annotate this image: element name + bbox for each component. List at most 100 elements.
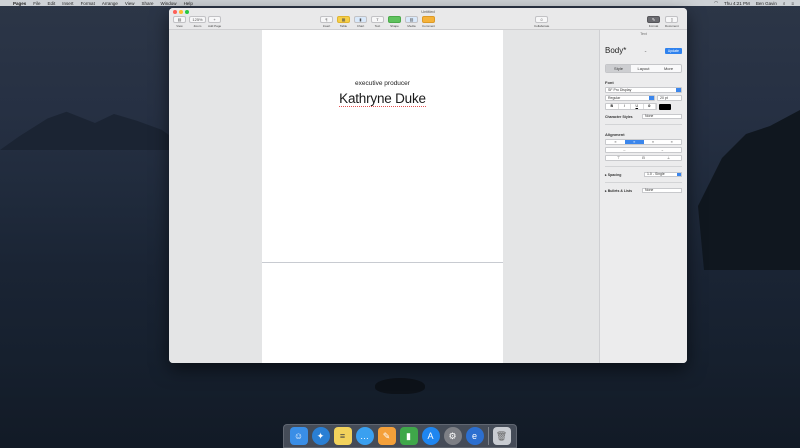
align-bottom-button[interactable]: ⊥ <box>656 156 681 160</box>
font-size-field[interactable]: 20 pt <box>657 95 682 101</box>
trash-icon[interactable]: 🗑 <box>492 427 511 445</box>
menu-app-name[interactable]: Pages <box>13 1 26 6</box>
comment-button[interactable]: Comment <box>422 16 435 28</box>
paragraph-style-row: Body* ⌄ Update <box>605 46 682 55</box>
chart-label: Chart <box>356 24 365 28</box>
select-chevron-icon <box>677 173 681 176</box>
paragraph-style-name[interactable]: Body* <box>605 46 626 55</box>
menu-edit[interactable]: Edit <box>48 1 56 6</box>
page-break <box>262 262 503 263</box>
font-section-label: Font <box>605 80 614 85</box>
font-family-select[interactable]: SF Pro Display <box>605 87 682 93</box>
underline-button[interactable]: U <box>631 104 644 109</box>
menu-arrange[interactable]: Arrange <box>102 1 118 6</box>
name-text[interactable]: Kathryne Duke <box>262 91 503 107</box>
text-style-buttons: B I U ⚙ <box>605 103 657 110</box>
menu-share[interactable]: Share <box>142 1 154 6</box>
font-weight-select[interactable]: Regular <box>605 95 655 101</box>
collaborate-button[interactable]: ☺ Collaborate <box>534 16 549 28</box>
chart-button[interactable]: ▮ Chart <box>354 16 367 28</box>
document-page[interactable]: executive producer Kathryne Duke <box>262 30 503 363</box>
comment-icon <box>422 16 435 23</box>
text-options-button[interactable]: ⚙ <box>644 104 656 109</box>
align-right-button[interactable]: ≡ <box>644 140 663 144</box>
tab-layout[interactable]: Layout <box>631 65 656 72</box>
align-justify-button[interactable]: ≡ <box>662 140 681 144</box>
tab-style[interactable]: Style <box>606 65 631 72</box>
bullets-row[interactable]: ▸ Bullets & Lists None <box>605 188 682 193</box>
spacing-value: 1.0 - Single <box>647 172 665 176</box>
menu-file[interactable]: File <box>33 1 40 6</box>
zoom-button[interactable]: 125% Zoom <box>189 16 206 28</box>
control-center-icon[interactable]: ≡ <box>791 1 794 6</box>
spacing-label: ▸ Spacing <box>605 172 622 177</box>
shape-icon <box>388 16 401 23</box>
select-chevron-icon <box>649 96 654 100</box>
align-middle-button[interactable]: ⊟ <box>631 156 656 160</box>
name-span: Kathryne Duke <box>339 91 426 107</box>
increase-indent-button[interactable]: → <box>644 148 682 152</box>
bullets-select[interactable]: None <box>642 188 682 193</box>
safari-icon[interactable]: ✦ <box>311 427 330 445</box>
document-button[interactable]: ▯ Document <box>665 16 679 28</box>
notes-icon[interactable]: ≡ <box>333 427 352 445</box>
table-icon: ▦ <box>337 16 350 23</box>
spacing-select[interactable]: 1.0 - Single <box>644 172 682 177</box>
wallpaper-island <box>698 110 800 270</box>
pages-window: Untitled ▤ View 125% Zoom + Add Page ¶ I… <box>169 8 687 363</box>
character-styles-label: Character Styles <box>605 114 633 119</box>
search-icon[interactable]: ⌕ <box>783 1 786 6</box>
bullets-label: ▸ Bullets & Lists <box>605 188 633 193</box>
inspector-header: Text <box>640 32 647 36</box>
clock[interactable]: Thu 4:21 PM <box>724 1 750 6</box>
pages-icon[interactable]: ✎ <box>377 427 396 445</box>
collaborate-label: Collaborate <box>534 24 550 28</box>
subtitle-text[interactable]: executive producer <box>262 80 503 87</box>
format-button[interactable]: ✎ Format <box>647 16 660 28</box>
view-button[interactable]: ▤ View <box>173 16 186 28</box>
document-canvas[interactable]: executive producer Kathryne Duke <box>169 30 599 363</box>
insert-button[interactable]: ¶ Insert <box>320 16 333 28</box>
view-label: View <box>176 24 183 28</box>
font-weight-value: Regular <box>608 96 621 100</box>
media-label: Media <box>407 24 416 28</box>
select-chevron-icon <box>676 88 681 92</box>
align-center-button[interactable]: ≡ <box>624 140 644 144</box>
divider <box>605 182 682 183</box>
messages-icon[interactable]: … <box>355 427 374 445</box>
media-button[interactable]: ▧ Media <box>405 16 418 28</box>
title-bar: Untitled ▤ View 125% Zoom + Add Page ¶ I… <box>169 8 687 30</box>
text-label: Text <box>374 24 381 28</box>
numbers-icon[interactable]: ▮ <box>399 427 418 445</box>
system-preferences-icon[interactable]: ⚙ <box>443 427 462 445</box>
divider <box>605 124 682 125</box>
bold-button[interactable]: B <box>606 104 619 109</box>
app-store-icon[interactable]: A <box>421 427 440 445</box>
add-page-button[interactable]: + Add Page <box>208 16 221 28</box>
italic-button[interactable]: I <box>619 104 631 109</box>
character-styles-select[interactable]: None <box>642 114 682 119</box>
wifi-icon[interactable]: ◠ <box>714 0 718 6</box>
table-button[interactable]: ▦ Table <box>337 16 350 28</box>
tab-more[interactable]: More <box>656 65 681 72</box>
text-color-swatch[interactable] <box>659 103 671 110</box>
browser-icon[interactable]: e <box>465 427 484 445</box>
chevron-down-icon[interactable]: ⌄ <box>644 48 647 53</box>
shape-button[interactable]: Shape <box>388 16 401 28</box>
text-button[interactable]: T Text <box>371 16 384 28</box>
user-name[interactable]: Ben Gavin <box>756 1 777 6</box>
menu-view[interactable]: View <box>125 1 135 6</box>
update-button[interactable]: Update <box>664 47 682 54</box>
menu-insert[interactable]: Insert <box>62 1 73 6</box>
comment-label: Comment <box>422 24 436 28</box>
shape-label: Shape <box>390 24 399 28</box>
decrease-indent-button[interactable]: ← <box>606 148 644 152</box>
finder-icon[interactable]: ☺ <box>289 427 308 445</box>
spacing-row[interactable]: ▸ Spacing 1.0 - Single <box>605 172 682 177</box>
align-top-button[interactable]: ⊤ <box>606 156 631 160</box>
menu-window[interactable]: Window <box>161 1 177 6</box>
align-left-button[interactable]: ≡ <box>606 140 625 144</box>
menu-help[interactable]: Help <box>184 1 193 6</box>
alignment-buttons: ≡ ≡ ≡ ≡ <box>605 139 682 145</box>
menu-format[interactable]: Format <box>81 1 95 6</box>
